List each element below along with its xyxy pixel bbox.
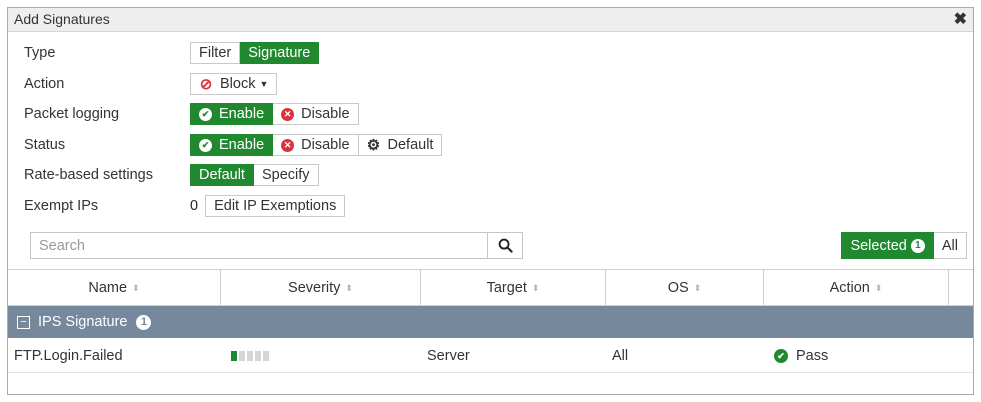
selected-count-badge: 1: [910, 238, 925, 253]
search-button[interactable]: [487, 233, 522, 258]
packet-logging-row: Packet logging ✔ Enable ✕ Disable: [24, 102, 359, 126]
table-header: Name ⬍ Severity ⬍ Target ⬍ OS ⬍ Action ⬍: [8, 269, 973, 306]
packet-logging-label: Packet logging: [24, 106, 120, 122]
dialog-titlebar: Add Signatures ✖: [8, 8, 973, 32]
severity-segment: [239, 351, 245, 361]
collapse-icon[interactable]: −: [17, 315, 30, 329]
gear-icon: ⚙: [366, 136, 381, 154]
column-label: Target: [486, 279, 527, 296]
severity-segment: [255, 351, 261, 361]
column-header-target[interactable]: Target ⬍: [421, 270, 606, 305]
column-header-severity[interactable]: Severity ⬍: [221, 270, 421, 305]
default-label: Default: [387, 137, 434, 153]
cell-action: ✔ Pass: [764, 340, 949, 372]
sort-icon: ⬍: [874, 282, 883, 293]
action-dropdown[interactable]: ⊘ Block ▼: [190, 73, 278, 95]
column-label: Action: [829, 279, 870, 296]
group-label: IPS Signature: [38, 314, 128, 330]
exempt-ips-row: Exempt IPs 0 Edit IP Exemptions: [24, 194, 346, 218]
cell-target: Server: [427, 348, 470, 364]
sort-icon: ⬍: [531, 282, 540, 293]
column-header-name[interactable]: Name ⬍: [8, 270, 221, 305]
check-circle-icon: ✔: [199, 138, 212, 152]
cell-os: All: [612, 348, 629, 364]
edit-ip-exemptions-button[interactable]: Edit IP Exemptions: [205, 195, 346, 217]
add-signatures-dialog: Add Signatures ✖ Type Filter Signature A…: [7, 7, 974, 395]
sort-icon: ⬍: [132, 282, 140, 293]
type-label: Type: [24, 45, 56, 61]
action-pass-label: Pass: [796, 348, 829, 364]
rate-based-row: Rate-based settings Default Specify: [24, 163, 319, 187]
action-row: Action ⊘ Block ▼: [24, 72, 278, 96]
column-header-spacer: [949, 270, 973, 305]
enable-label: Enable: [219, 137, 265, 153]
dialog-title: Add Signatures: [14, 11, 110, 27]
exempt-ips-label: Exempt IPs: [24, 198, 99, 214]
search-icon: [498, 238, 513, 253]
group-row-ips-signature: − IPS Signature 1: [8, 306, 973, 338]
all-button[interactable]: All: [933, 232, 967, 259]
x-circle-icon: ✕: [281, 107, 295, 121]
packet-logging-enable-button[interactable]: ✔ Enable: [190, 103, 274, 125]
type-row: Type Filter Signature: [24, 41, 320, 65]
check-circle-icon: ✔: [774, 349, 788, 363]
selected-button[interactable]: Selected 1: [841, 232, 934, 259]
status-default-button[interactable]: ⚙ Default: [358, 134, 443, 156]
severity-segment: [231, 351, 237, 361]
selection-filter-toggle: Selected 1 All: [841, 232, 967, 259]
severity-bar: [231, 351, 269, 361]
search-input[interactable]: [31, 233, 487, 258]
group-count-badge: 1: [136, 314, 152, 330]
type-signature-button[interactable]: Signature: [240, 42, 320, 64]
block-icon: ⊘: [199, 75, 213, 93]
search-box: [30, 232, 523, 259]
rate-based-label: Rate-based settings: [24, 167, 153, 183]
sort-icon: ⬍: [345, 282, 353, 293]
table-row[interactable]: FTP.Login.Failed Server All ✔ Pass: [8, 340, 973, 373]
sort-icon: ⬍: [693, 282, 702, 293]
enable-label: Enable: [219, 106, 265, 122]
status-row: Status ✔ Enable ✕ Disable ⚙ Default: [24, 133, 443, 157]
check-circle-icon: ✔: [199, 107, 212, 121]
column-header-os[interactable]: OS ⬍: [606, 270, 764, 305]
status-disable-button[interactable]: ✕ Disable: [273, 134, 359, 156]
x-circle-icon: ✕: [281, 138, 295, 152]
type-toggle: Filter Signature: [190, 42, 320, 64]
status-label: Status: [24, 137, 66, 153]
close-icon[interactable]: ✖: [954, 9, 967, 29]
rate-default-button[interactable]: Default: [190, 164, 254, 186]
selected-label: Selected: [850, 237, 907, 254]
disable-label: Disable: [301, 106, 350, 122]
column-header-action[interactable]: Action ⬍: [764, 270, 949, 305]
column-label: Name: [88, 279, 128, 296]
exempt-ips-count: 0: [190, 198, 199, 214]
cell-severity: [221, 340, 421, 372]
caret-down-icon: ▼: [259, 79, 269, 89]
severity-segment: [263, 351, 269, 361]
severity-segment: [247, 351, 253, 361]
action-label: Action: [24, 76, 65, 92]
status-enable-button[interactable]: ✔ Enable: [190, 134, 274, 156]
action-value: Block: [220, 76, 256, 92]
column-label: Severity: [288, 279, 341, 296]
rate-specify-button[interactable]: Specify: [253, 164, 319, 186]
column-label: OS: [667, 279, 689, 296]
disable-label: Disable: [301, 137, 350, 153]
packet-logging-disable-button[interactable]: ✕ Disable: [273, 103, 359, 125]
type-filter-button[interactable]: Filter: [190, 42, 241, 64]
cell-name: FTP.Login.Failed: [14, 348, 123, 364]
